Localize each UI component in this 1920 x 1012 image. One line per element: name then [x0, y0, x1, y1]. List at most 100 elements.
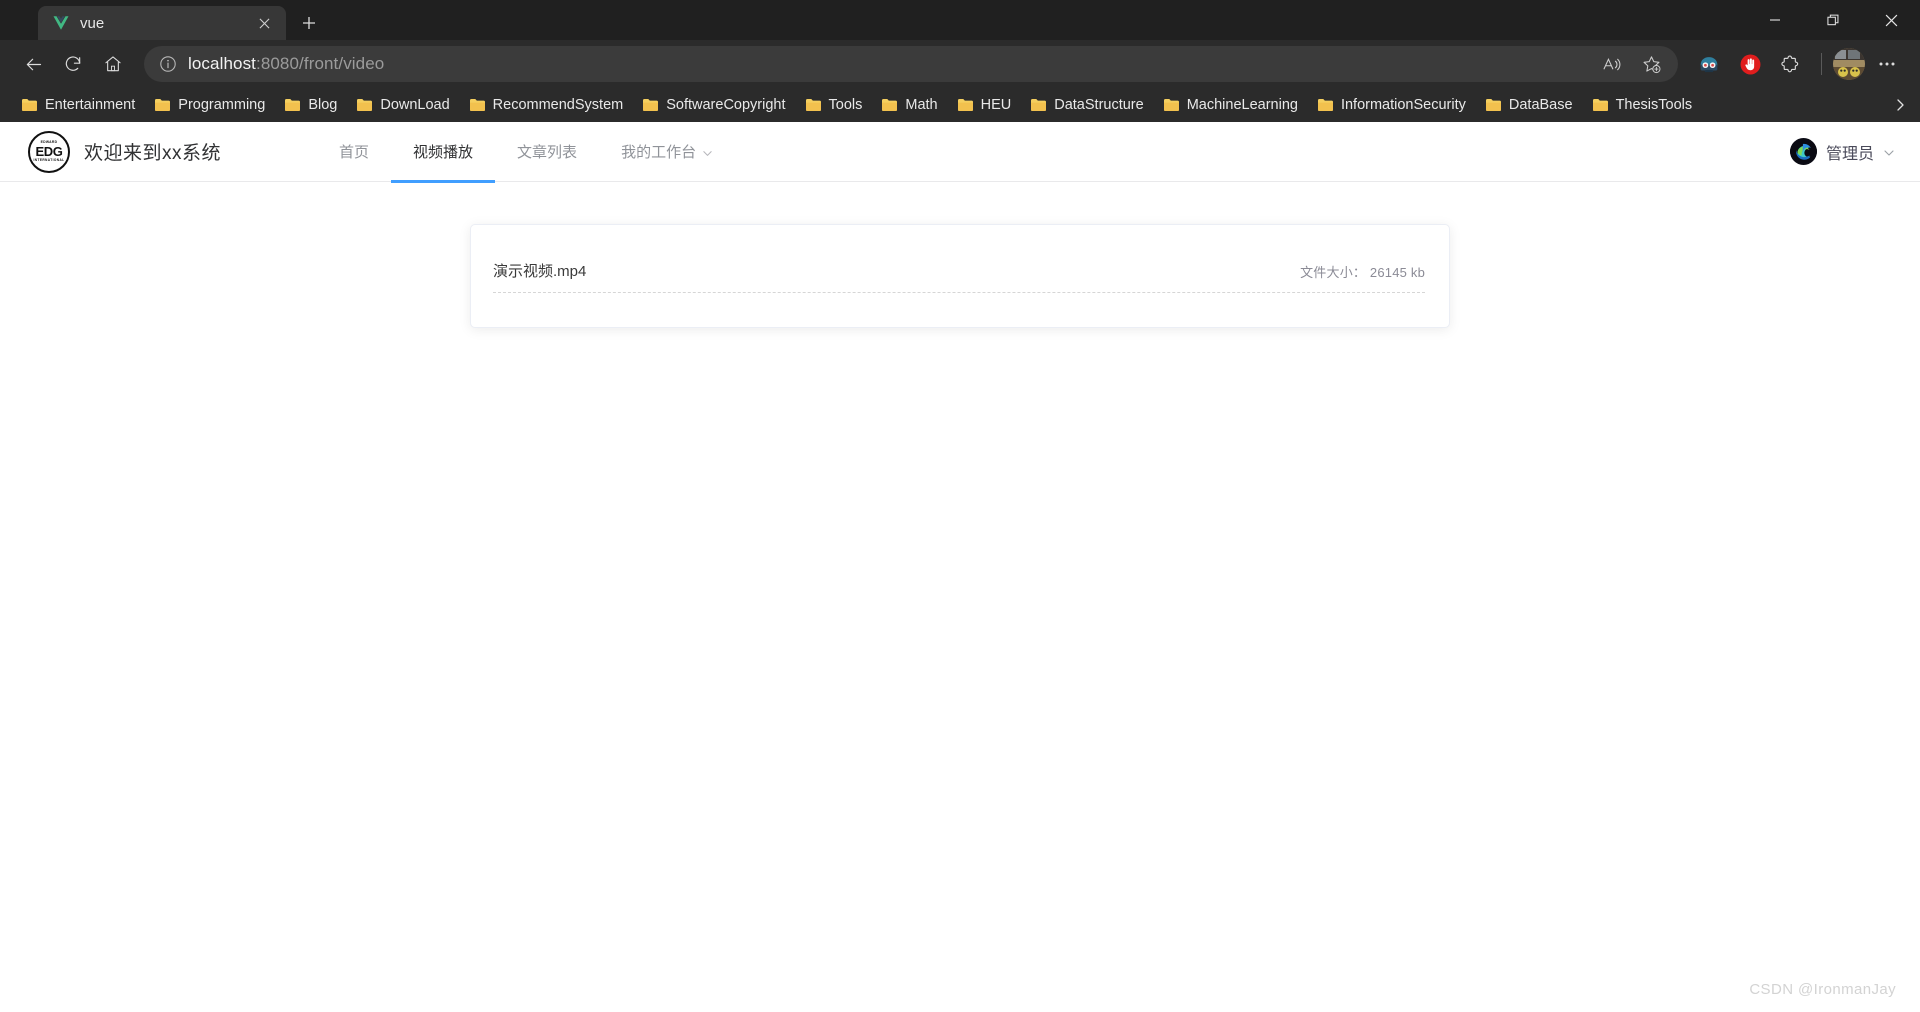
browser-titlebar: vue [0, 0, 1920, 40]
bookmark-label: Blog [308, 97, 338, 113]
folder-icon [284, 98, 301, 112]
url-path: :8080/front/video [256, 54, 385, 73]
bookmark-item[interactable]: Tools [796, 93, 872, 117]
page-title: 欢迎来到xx系统 [84, 143, 222, 164]
folder-icon [21, 98, 38, 112]
bookmark-item[interactable]: Blog [275, 93, 346, 117]
minimize-icon[interactable] [1746, 0, 1804, 40]
folder-icon [356, 98, 373, 112]
bookmark-item[interactable]: DownLoad [347, 93, 458, 117]
back-arrow-icon[interactable] [14, 45, 52, 83]
folder-icon [154, 98, 171, 112]
vue-logo-icon [52, 14, 70, 32]
restore-icon[interactable] [1804, 0, 1862, 40]
bookmark-item[interactable]: MachineLearning [1154, 93, 1307, 117]
bookmark-label: DataBase [1508, 97, 1573, 113]
nav-item-label: 文章列表 [517, 144, 578, 161]
video-file-row: 演示视频.mp4 文件大小： 26145 kb [493, 260, 1425, 293]
bookmark-item[interactable]: SoftwareCopyright [633, 93, 794, 117]
folder-icon [1030, 98, 1047, 112]
logo-bottom-text: INTERNATIONAL [33, 157, 65, 162]
nav-item-label: 视频播放 [413, 144, 474, 161]
folder-icon [805, 98, 822, 112]
page-viewport: EDWARD EDG INTERNATIONAL 欢迎来到xx系统 首页 视频播… [0, 122, 1920, 1012]
profile-avatar-icon[interactable] [1833, 48, 1865, 80]
edg-logo-icon: EDWARD EDG INTERNATIONAL [28, 130, 70, 173]
brand[interactable]: EDWARD EDG INTERNATIONAL 欢迎来到xx系统 [28, 130, 222, 173]
bookmark-label: MachineLearning [1186, 97, 1298, 113]
bookmark-item[interactable]: Math [872, 93, 946, 117]
bookmark-label: Entertainment [45, 97, 136, 113]
chevron-down-icon [702, 146, 713, 157]
bookmarks-bar: Entertainment Programming Blog DownLoad … [0, 88, 1920, 122]
video-file-size: 文件大小： 26145 kb [1300, 264, 1425, 280]
bookmark-label: Programming [178, 97, 266, 113]
url-host: localhost [188, 54, 256, 73]
folder-icon [1163, 98, 1180, 112]
browser-toolbar: localhost:8080/front/video [0, 40, 1920, 88]
folder-icon [469, 98, 486, 112]
collections-glasses-icon[interactable] [1690, 45, 1728, 83]
bookmark-label: DownLoad [380, 97, 450, 113]
folder-icon [1317, 98, 1334, 112]
toolbar-divider [1821, 53, 1822, 75]
main-navigation: 首页 视频播放 文章列表 我的工作台 [317, 122, 735, 183]
tab-strip: vue [0, 0, 326, 40]
video-file-name[interactable]: 演示视频.mp4 [493, 260, 586, 281]
browser-tab[interactable]: vue [38, 6, 286, 40]
nav-item-home[interactable]: 首页 [317, 122, 391, 182]
bookmark-label: Math [905, 97, 938, 113]
video-file-card[interactable]: 演示视频.mp4 文件大小： 26145 kb [470, 224, 1450, 328]
add-favorite-icon[interactable] [1632, 45, 1670, 83]
bookmark-item[interactable]: ThesisTools [1583, 93, 1702, 117]
nav-item-label: 我的工作台 [621, 144, 697, 161]
browser-window: vue localhost:8080/front/video Entertain… [0, 0, 1920, 1012]
bookmark-label: DataStructure [1054, 97, 1144, 113]
folder-icon [881, 98, 898, 112]
user-menu[interactable]: 管理员 [1789, 138, 1894, 165]
bookmark-item[interactable]: Programming [145, 93, 274, 117]
bookmark-item[interactable]: DataStructure [1021, 93, 1152, 117]
chevron-down-icon [1883, 146, 1894, 157]
folder-icon [642, 98, 659, 112]
window-close-icon[interactable] [1862, 0, 1920, 40]
bookmark-item[interactable]: HEU [948, 93, 1021, 117]
bookmark-label: HEU [980, 97, 1012, 113]
nav-item-video[interactable]: 视频播放 [391, 122, 496, 183]
bookmark-item[interactable]: InformationSecurity [1308, 93, 1475, 117]
folder-icon [957, 98, 974, 112]
info-icon[interactable] [156, 52, 180, 76]
nav-item-workbench[interactable]: 我的工作台 [599, 122, 735, 182]
folder-icon [1485, 98, 1502, 112]
settings-ellipsis-icon[interactable] [1868, 45, 1906, 83]
address-bar[interactable]: localhost:8080/front/video [144, 46, 1678, 82]
logo-main-text: EDG [35, 144, 63, 160]
adblock-stop-hand-icon[interactable] [1731, 45, 1769, 83]
edge-avatar-icon [1789, 138, 1817, 165]
bookmark-label: SoftwareCopyright [666, 97, 786, 113]
nav-item-label: 首页 [339, 144, 370, 161]
refresh-icon[interactable] [54, 45, 92, 83]
new-tab-button[interactable] [292, 6, 326, 40]
read-aloud-icon[interactable] [1592, 45, 1630, 83]
bookmark-label: Tools [828, 97, 863, 113]
folder-icon [1592, 98, 1609, 112]
nav-item-articles[interactable]: 文章列表 [495, 122, 599, 182]
toolbar-right-actions [1690, 45, 1906, 83]
bookmark-label: InformationSecurity [1340, 97, 1466, 113]
chevron-right-icon[interactable] [1886, 92, 1914, 118]
extensions-puzzle-icon[interactable] [1772, 45, 1810, 83]
bookmark-item[interactable]: RecommendSystem [460, 93, 633, 117]
user-name-label: 管理员 [1825, 145, 1874, 163]
bookmark-item[interactable]: DataBase [1476, 93, 1582, 117]
home-icon[interactable] [94, 45, 132, 83]
bookmark-label: RecommendSystem [492, 97, 624, 113]
page-content: 演示视频.mp4 文件大小： 26145 kb [0, 182, 1920, 328]
bookmark-label: ThesisTools [1615, 97, 1693, 113]
tab-close-icon[interactable] [252, 11, 276, 35]
bookmark-item[interactable]: Entertainment [12, 93, 144, 117]
watermark: CSDN @IronmanJay [1749, 981, 1896, 998]
tab-title: vue [80, 14, 105, 32]
window-controls [1746, 0, 1920, 40]
address-bar-actions [1592, 45, 1670, 83]
